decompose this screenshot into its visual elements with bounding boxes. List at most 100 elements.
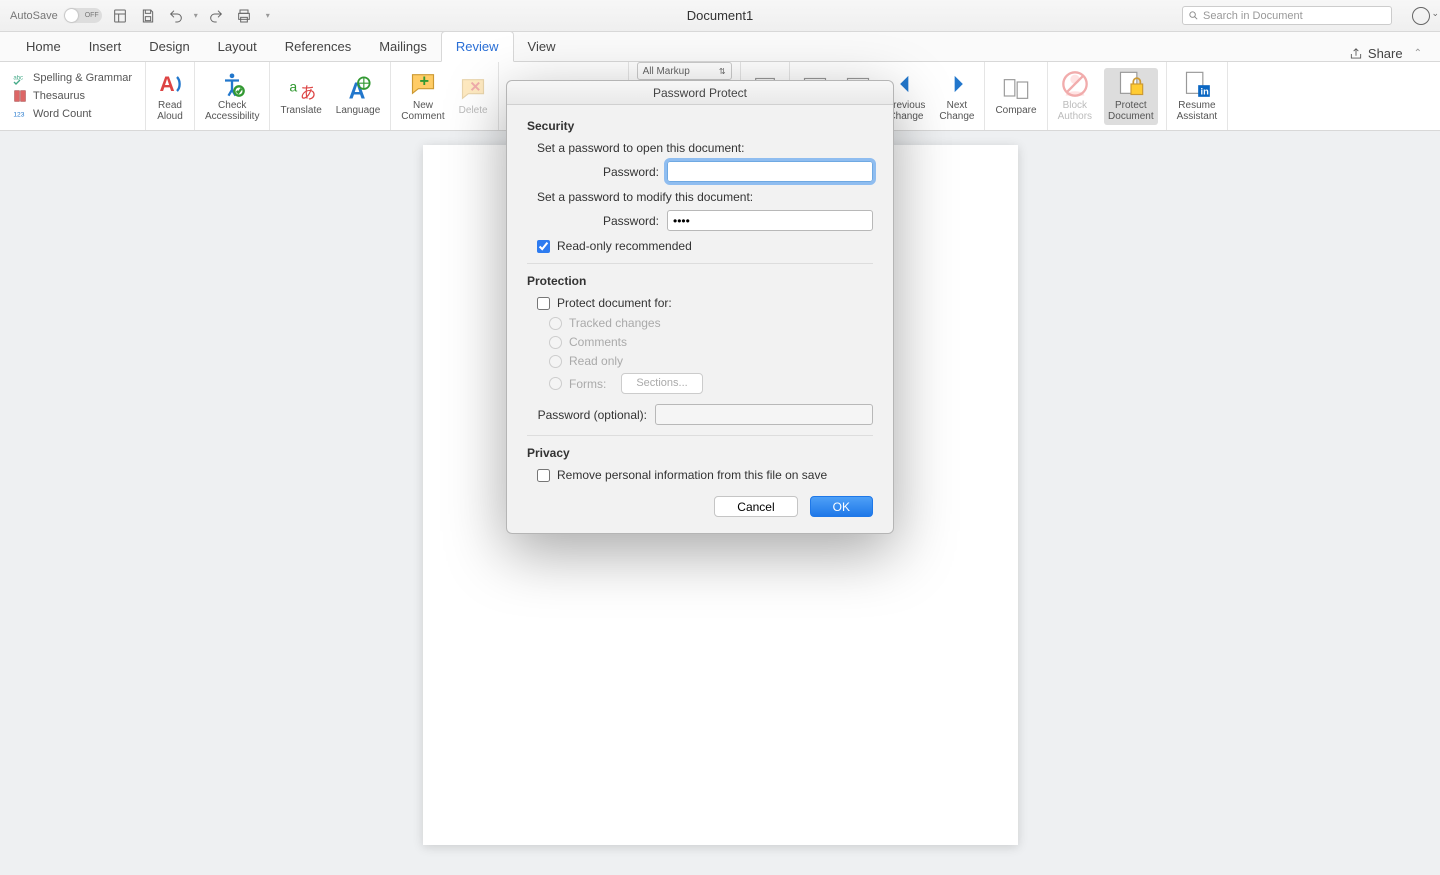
svg-text:abc: abc — [13, 75, 23, 81]
tab-home[interactable]: Home — [12, 32, 75, 61]
svg-text:✕: ✕ — [470, 79, 482, 95]
undo-icon[interactable] — [166, 6, 186, 26]
svg-text:123: 123 — [13, 112, 24, 119]
protect-for-label: Protect document for: — [557, 296, 672, 310]
svg-text:a: a — [289, 79, 297, 95]
print-icon[interactable] — [234, 6, 254, 26]
spelling-button[interactable]: abcSpelling & Grammar — [10, 70, 135, 86]
search-placeholder: Search in Document — [1203, 10, 1303, 22]
check-accessibility-button[interactable]: Check Accessibility — [203, 70, 261, 123]
protect-document-button[interactable]: Protect Document — [1104, 68, 1158, 125]
comments-radio-row: Comments — [549, 335, 873, 349]
translate-icon: aあ — [287, 75, 315, 103]
optional-password-input — [655, 404, 873, 425]
tab-design[interactable]: Design — [135, 32, 203, 61]
remove-personal-checkbox-row[interactable]: Remove personal information from this fi… — [537, 468, 873, 482]
markup-select[interactable]: All Markup⇅ — [637, 62, 732, 80]
wordcount-button[interactable]: 123Word Count — [10, 106, 135, 122]
tab-insert[interactable]: Insert — [75, 32, 136, 61]
password-label-2: Password: — [527, 214, 659, 228]
readonly-label: Read-only recommended — [557, 239, 692, 253]
compare-button[interactable]: Compare — [993, 75, 1038, 117]
readonly-radio — [549, 355, 562, 368]
tab-layout[interactable]: Layout — [204, 32, 271, 61]
search-icon — [1188, 10, 1199, 21]
modify-password-input[interactable] — [667, 210, 873, 231]
read-aloud-icon: A — [156, 70, 184, 98]
read-aloud-button[interactable]: ARead Aloud — [154, 70, 186, 123]
chevron-up-icon[interactable]: ⌃ — [1414, 48, 1422, 59]
compare-icon — [1002, 75, 1030, 103]
sections-button: Sections... — [621, 373, 702, 394]
autosave-group: AutoSave — [10, 8, 102, 23]
share-label: Share — [1368, 46, 1403, 61]
save-icon[interactable] — [138, 6, 158, 26]
block-authors-button: Block Authors — [1056, 70, 1094, 123]
tracked-radio — [549, 317, 562, 330]
resume-assistant-button[interactable]: inResume Assistant — [1175, 70, 1220, 123]
abc-icon: abc — [12, 70, 28, 86]
tab-view[interactable]: View — [514, 32, 570, 61]
comment-x-icon: ✕ — [459, 75, 487, 103]
remove-personal-label: Remove personal information from this fi… — [557, 468, 827, 482]
svg-text:A: A — [349, 78, 366, 104]
protect-for-checkbox[interactable] — [537, 297, 550, 310]
dialog-title: Password Protect — [507, 81, 893, 105]
language-button[interactable]: ALanguage — [334, 75, 383, 117]
book-icon — [12, 88, 28, 104]
new-comment-button[interactable]: +New Comment — [399, 70, 446, 123]
readonly-checkbox[interactable] — [537, 240, 550, 253]
comments-radio — [549, 336, 562, 349]
protect-for-checkbox-row[interactable]: Protect document for: — [537, 296, 873, 310]
next-icon — [943, 70, 971, 98]
password-label-1: Password: — [527, 165, 659, 179]
tab-references[interactable]: References — [271, 32, 365, 61]
open-password-label: Set a password to open this document: — [537, 141, 873, 155]
optional-password-label: Password (optional): — [527, 408, 647, 422]
undo-dropdown-icon[interactable]: ▾ — [194, 11, 198, 20]
security-heading: Security — [527, 119, 873, 133]
remove-personal-checkbox[interactable] — [537, 469, 550, 482]
forms-radio-row: Forms:Sections... — [549, 373, 873, 394]
delete-button: ✕Delete — [457, 75, 490, 117]
autosave-toggle[interactable] — [64, 8, 102, 23]
modify-password-label: Set a password to modify this document: — [537, 190, 873, 204]
document-title: Document1 — [687, 8, 753, 23]
ok-button[interactable]: OK — [810, 496, 873, 517]
svg-text:A: A — [160, 73, 175, 96]
privacy-heading: Privacy — [527, 446, 873, 460]
svg-text:in: in — [1200, 86, 1209, 96]
open-password-input[interactable] — [667, 161, 873, 182]
linkedin-icon: in — [1183, 70, 1211, 98]
qat-customize-icon[interactable]: ▾ — [266, 11, 270, 20]
tab-mailings[interactable]: Mailings — [365, 32, 441, 61]
redo-icon[interactable] — [206, 6, 226, 26]
feedback-icon[interactable] — [1412, 7, 1430, 25]
block-icon — [1061, 70, 1089, 98]
accessibility-icon — [218, 70, 246, 98]
svg-text:あ: あ — [300, 85, 315, 103]
password-protect-dialog: Password Protect Security Set a password… — [506, 80, 894, 534]
translate-button[interactable]: aあTranslate — [278, 75, 323, 117]
divider — [527, 435, 873, 436]
template-icon[interactable] — [110, 6, 130, 26]
prev-icon — [892, 70, 920, 98]
search-input[interactable]: Search in Document — [1182, 6, 1392, 25]
thesaurus-button[interactable]: Thesaurus — [10, 88, 135, 104]
tracked-radio-row: Tracked changes — [549, 316, 873, 330]
titlebar: AutoSave ▾ ▾ Document1 Search in Documen… — [0, 0, 1440, 32]
readonly-radio-row: Read only — [549, 354, 873, 368]
readonly-checkbox-row[interactable]: Read-only recommended — [537, 239, 873, 253]
count-icon: 123 — [12, 106, 28, 122]
cancel-button[interactable]: Cancel — [714, 496, 797, 517]
share-button[interactable]: Share ⌃ — [1349, 46, 1422, 61]
next-change-button[interactable]: Next Change — [937, 70, 976, 123]
ribbon-tabs: Home Insert Design Layout References Mai… — [0, 32, 1440, 62]
divider — [527, 263, 873, 264]
forms-radio — [549, 377, 562, 390]
autosave-label: AutoSave — [10, 10, 58, 22]
share-icon — [1349, 47, 1363, 61]
svg-text:+: + — [419, 72, 429, 90]
lock-icon — [1117, 70, 1145, 98]
tab-review[interactable]: Review — [441, 31, 514, 62]
